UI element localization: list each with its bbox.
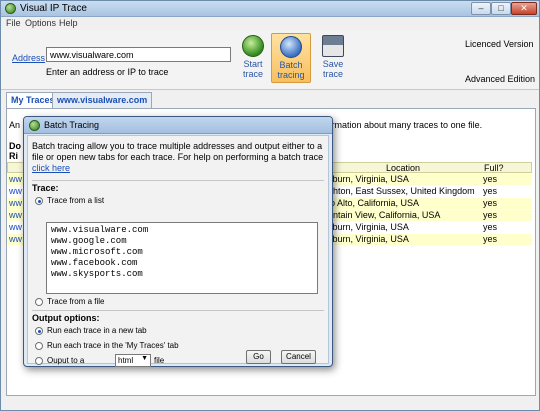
batch-tracing-label1: Batch — [279, 60, 303, 70]
row-location: righton, East Sussex, United Kingdom — [323, 186, 475, 196]
trace-from-list-label: Trace from a list — [47, 196, 105, 205]
row-address: ww — [9, 186, 22, 196]
row-location: shburn, Virginia, USA — [323, 234, 409, 244]
edition-text: Advanced Edition — [465, 74, 536, 84]
row-full: yes — [483, 198, 498, 208]
dialog-app-icon — [29, 120, 40, 131]
tab-visualware[interactable]: www.visualware.com — [52, 92, 153, 108]
menu-help[interactable]: Help — [59, 18, 78, 28]
chevron-down-icon: ▼ — [141, 355, 148, 362]
row-location: alo Alto, California, USA — [323, 198, 420, 208]
output-file-radio[interactable] — [35, 357, 43, 365]
go-button[interactable]: Go — [246, 350, 271, 364]
location-header: Location — [385, 163, 421, 173]
run-new-tab-label: Run each trace in a new tab — [47, 326, 147, 335]
row-full: yes — [483, 234, 498, 244]
menu-bar: File Options Help — [1, 17, 539, 30]
save-trace-label2: trace — [322, 69, 343, 79]
address-input[interactable] — [46, 47, 231, 62]
bg-text-ri: Ri — [9, 151, 18, 161]
trace-section-label: Trace: — [32, 183, 59, 193]
list-item: www.google.com — [51, 236, 127, 246]
dialog-description: Batch tracing allow you to trace multipl… — [32, 141, 324, 174]
batch-globe-icon — [280, 36, 302, 58]
output-file-prefix: Ouput to a — [47, 356, 85, 365]
batch-tracing-button[interactable]: Batch tracing — [271, 33, 311, 83]
output-section-label: Output options: — [32, 313, 100, 323]
row-location: ountain View, California, USA — [323, 210, 441, 220]
format-value: html — [118, 356, 134, 365]
separator — [32, 180, 324, 181]
address-hint: Enter an address or IP to trace — [46, 67, 169, 77]
menu-options[interactable]: Options — [25, 18, 56, 28]
row-full: yes — [483, 186, 498, 196]
minimize-button[interactable]: – — [471, 2, 491, 15]
address-list-textarea[interactable]: www.visualware.com www.google.com www.mi… — [46, 222, 318, 294]
dialog-title: Batch Tracing — [44, 120, 100, 130]
row-full: yes — [483, 174, 498, 184]
start-trace-label1: Start — [243, 59, 263, 69]
help-link[interactable]: click here — [32, 163, 70, 173]
toolbar: Address Enter an address or IP to trace … — [1, 30, 539, 90]
app-icon — [5, 3, 16, 14]
list-item: www.facebook.com — [51, 258, 138, 268]
batch-tracing-dialog: Batch Tracing Batch tracing allow you to… — [23, 116, 333, 367]
close-button[interactable]: ✕ — [511, 2, 537, 15]
title-bar: Visual IP Trace – □ ✕ — [1, 1, 539, 17]
maximize-button[interactable]: □ — [491, 2, 511, 15]
run-my-traces-radio[interactable] — [35, 342, 43, 350]
run-new-tab-radio[interactable] — [35, 327, 43, 335]
bg-info-text: formation about many traces to one file. — [324, 120, 483, 130]
row-address: ww — [9, 198, 22, 208]
separator — [32, 310, 324, 311]
row-address: ww — [9, 222, 22, 232]
row-address: ww — [9, 234, 22, 244]
dialog-body: Batch tracing allow you to trace multipl… — [27, 135, 329, 367]
licence-text: Licenced Version — [465, 39, 534, 49]
row-location: shburn, Virginia, USA — [323, 174, 409, 184]
cancel-button[interactable]: Cancel — [281, 350, 316, 364]
list-item: www.microsoft.com — [51, 247, 143, 257]
menu-file[interactable]: File — [6, 18, 21, 28]
save-trace-label1: Save — [322, 59, 344, 69]
row-address: ww — [9, 210, 22, 220]
row-address: ww — [9, 174, 22, 184]
bg-text-do: Do — [9, 141, 21, 151]
trace-from-list-radio[interactable] — [35, 197, 43, 205]
full-header: Full? — [484, 163, 504, 173]
run-my-traces-label: Run each trace in the 'My Traces' tab — [47, 341, 179, 350]
row-location: shburn, Virginia, USA — [323, 222, 409, 232]
output-file-suffix: file — [154, 356, 165, 365]
trace-from-file-radio[interactable] — [35, 298, 43, 306]
trace-from-file-label: Trace from a file — [47, 297, 105, 306]
window-title: Visual IP Trace — [20, 3, 87, 14]
list-item: www.skysports.com — [51, 269, 143, 279]
description-text: Batch tracing allow you to trace multipl… — [32, 141, 324, 162]
floppy-disk-icon — [322, 35, 344, 57]
batch-tracing-label2: tracing — [277, 70, 305, 80]
bg-text-an: An — [9, 120, 21, 130]
row-full: yes — [483, 222, 498, 232]
list-item: www.visualware.com — [51, 225, 149, 235]
save-trace-button[interactable]: Save trace — [313, 33, 353, 83]
format-select[interactable]: html ▼ — [115, 354, 151, 367]
start-trace-label2: trace — [242, 69, 263, 79]
start-trace-button[interactable]: Start trace — [233, 33, 273, 83]
globe-play-icon — [242, 35, 264, 57]
row-full: yes — [483, 210, 498, 220]
address-label-link[interactable]: Address — [12, 53, 45, 63]
dialog-title-bar: Batch Tracing — [24, 117, 332, 134]
